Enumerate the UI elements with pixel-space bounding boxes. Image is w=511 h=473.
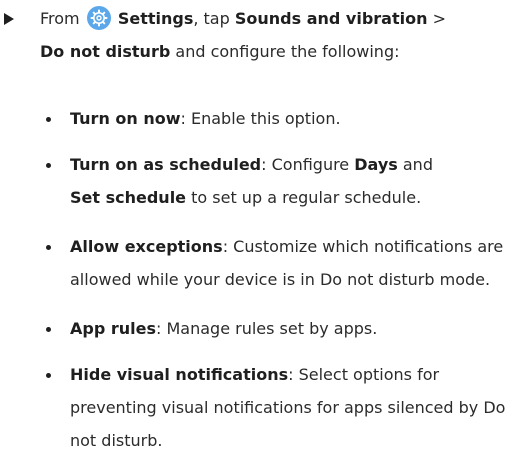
bullet-dot	[46, 373, 51, 378]
item-text: : Enable this option.	[180, 109, 341, 128]
item-text: : Manage rules set by apps.	[156, 319, 378, 338]
bullet-dot	[46, 117, 51, 122]
item-text: : Configure	[261, 155, 355, 174]
step-sep: >	[427, 9, 446, 28]
list-item: Turn on now: Enable this option.	[40, 102, 508, 135]
list-item: Turn on as scheduled: Configure Days and…	[40, 148, 508, 214]
item-label: Allow exceptions	[70, 237, 223, 256]
item-label: Turn on as scheduled	[70, 155, 262, 174]
step-arrow-icon	[4, 13, 14, 25]
days-label: Days	[354, 155, 398, 174]
item-label: Hide visual notifications	[70, 365, 289, 384]
bullet-dot	[46, 327, 51, 332]
settings-label: Settings	[117, 9, 194, 28]
step-tap: , tap	[193, 9, 230, 28]
item-label: App rules	[70, 319, 156, 338]
options-list: Turn on now: Enable this option. Turn on…	[40, 102, 508, 473]
list-item: App rules: Manage rules set by apps.	[40, 312, 508, 345]
step-rest: and configure the following:	[170, 42, 400, 61]
dnd-label: Do not disturb	[40, 42, 171, 61]
settings-gear-icon	[86, 6, 111, 30]
step-text: From Settings, tap Sounds and vibration …	[40, 2, 508, 68]
item-label: Turn on now	[70, 109, 181, 128]
page: From Settings, tap Sounds and vibration …	[0, 0, 511, 450]
item-text: and	[397, 155, 433, 174]
list-item: Hide visual notifications: Select option…	[40, 358, 508, 457]
step-from: From	[40, 9, 80, 28]
set-schedule-label: Set schedule	[70, 188, 187, 207]
bullet-dot	[46, 163, 51, 168]
item-text: to set up a regular schedule.	[186, 188, 422, 207]
bullet-dot	[46, 245, 51, 250]
sounds-label: Sounds and vibration	[234, 9, 428, 28]
list-item: Allow exceptions: Customize which notifi…	[40, 230, 508, 296]
